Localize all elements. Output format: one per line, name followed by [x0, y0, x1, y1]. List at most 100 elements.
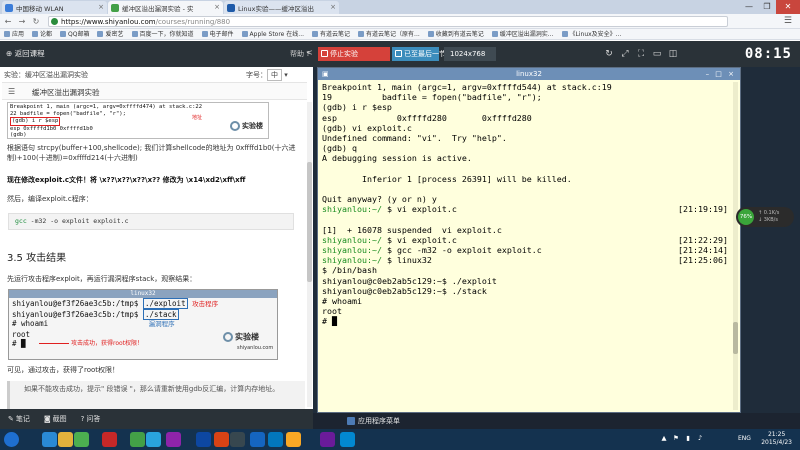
minimize-button[interactable]: — — [740, 0, 758, 14]
bookmark-item[interactable]: 应用 — [4, 29, 24, 39]
input-language[interactable]: ENG — [738, 435, 751, 442]
system-clock[interactable]: 21:25 2015/4/23 — [761, 431, 792, 447]
terminal-scrollbar[interactable] — [733, 82, 738, 410]
terminal-text: [1] + 16078 suspended vi exploit.c — [322, 224, 502, 235]
terminal-title-bar[interactable]: ▣ linux32 – □ × — [318, 68, 740, 80]
ppt-icon[interactable] — [214, 432, 229, 447]
expand-icon[interactable]: ⤢ — [619, 48, 631, 60]
forward-arrow-icon[interactable]: → — [16, 16, 28, 27]
document-title-bar: ☰ 缓冲区溢出漏洞实验 — [2, 82, 307, 100]
terminal-line: (gdb) q — [322, 143, 728, 153]
bookmark-item[interactable]: 缓冲区溢出漏洞实... — [491, 29, 554, 39]
attack-result-screenshot: linux32 shiyanlou@ef3f26ae3c5b:/tmp$ ./e… — [8, 289, 278, 360]
word-icon[interactable] — [250, 432, 265, 447]
font-size-select[interactable]: 中 — [267, 69, 282, 81]
terminal-window-controls[interactable]: – □ × — [706, 68, 736, 80]
bookmark-icon — [60, 31, 67, 37]
maximize-button[interactable]: ❐ — [758, 0, 776, 14]
bookmark-item[interactable]: 爱密艺 — [97, 29, 124, 39]
email-icon[interactable] — [340, 432, 355, 447]
fullscreen-icon[interactable]: ⛶ — [635, 48, 647, 60]
ps-icon[interactable] — [196, 432, 211, 447]
paragraph-bold: 现在修改exploit.c文件！将 \x??\x??\x??\x?? 修改为 \… — [7, 176, 246, 184]
terminal-line: shiyanlou:~/ $ vi exploit.c [21:22:29] — [322, 235, 728, 245]
terminal-line: Undefined command: "vi". Try "help". — [322, 133, 728, 143]
terminal-output[interactable]: Breakpoint 1, main (argc=1, argv=0xffffd… — [322, 82, 728, 327]
desktop-icon[interactable]: ▭ — [651, 48, 663, 60]
ie2-icon[interactable] — [268, 432, 283, 447]
tab-linux[interactable]: Linux实验——缓冲区溢出 × — [224, 1, 339, 14]
url-bar[interactable]: https://www.shiyanlou.com/courses/runnin… — [48, 16, 728, 27]
app-menu-icon — [347, 417, 355, 425]
terminal-text: $ vi exploit.c — [381, 234, 457, 245]
lr-icon[interactable] — [230, 432, 245, 447]
browser-menu-icon[interactable]: ☰ — [784, 16, 792, 26]
last-section-button[interactable]: 已至最后一节 — [392, 47, 446, 61]
pp-icon[interactable] — [166, 432, 181, 447]
shiyanlou-logo: 实验楼 — [230, 121, 263, 131]
qq-icon[interactable] — [146, 432, 161, 447]
scrollbar-thumb[interactable] — [733, 322, 738, 354]
terminal-text: # whoami — [322, 295, 362, 306]
application-menu-button[interactable]: 应用程序菜单 — [347, 416, 400, 426]
terminal-text: shiyanlou@c0eb2ab5c129:~$ ./stack — [322, 285, 487, 296]
refresh-icon[interactable]: ↻ — [603, 48, 615, 60]
wechat-icon[interactable] — [130, 432, 145, 447]
document-scrollbar[interactable] — [307, 102, 312, 407]
collapse-panel-button[interactable]: < — [306, 48, 313, 57]
next-icon — [395, 50, 402, 57]
close-icon[interactable]: × — [98, 3, 104, 11]
bookmark-item[interactable]: Apple Store 在线... — [241, 29, 304, 39]
address-toolbar: ← → ↻ https://www.shiyanlou.com/courses/… — [0, 14, 800, 29]
scrollbar-thumb[interactable] — [307, 162, 312, 282]
terminal-line: Breakpoint 1, main (argc=1, argv=0xffffd… — [322, 82, 728, 92]
back-arrow-icon[interactable]: ← — [2, 16, 14, 27]
code-block: gcc -m32 -o exploit exploit.c — [8, 213, 294, 230]
bookmark-item[interactable]: 《Linux及安全》... — [561, 29, 621, 39]
qa-button[interactable]: ? 问答 — [81, 414, 101, 424]
bookmark-icon — [32, 31, 39, 37]
terminal-text: esp 0xffffd280 0xffffd280 — [322, 112, 532, 123]
chrome-icon[interactable] — [74, 432, 89, 447]
terminal-line: [1] + 16078 suspended vi exploit.c — [322, 225, 728, 235]
bookmark-item[interactable]: 论都 — [32, 29, 52, 39]
folder-icon[interactable] — [58, 432, 73, 447]
bookmark-item[interactable]: 百度一下，你就知道 — [131, 29, 194, 39]
logo-mark-icon — [230, 121, 240, 131]
screenshot-button[interactable]: ◙ 截图 — [44, 414, 67, 424]
ie-icon[interactable] — [42, 432, 57, 447]
gdb-screenshot: Breakpoint 1, main (argc=1, argv=0xffffd… — [7, 102, 269, 139]
back-to-course-button[interactable]: ⊕ 返回课程 — [6, 48, 45, 59]
close-icon[interactable]: × — [330, 3, 336, 11]
close-window-button[interactable]: ✕ — [776, 0, 800, 14]
close-icon[interactable]: × — [214, 3, 220, 11]
terminal-line: shiyanlou:~/ $ gcc -m32 -o exploit explo… — [322, 245, 728, 255]
tab-lab[interactable]: 缓冲区溢出漏洞实验 - 实 × — [108, 1, 223, 14]
vs-icon[interactable] — [320, 432, 335, 447]
start-icon[interactable] — [4, 432, 19, 447]
tab-wlan[interactable]: 中国移动 WLAN × — [2, 1, 107, 14]
reload-icon[interactable]: ↻ — [30, 16, 42, 27]
resolution-select[interactable]: 1024x768 — [444, 47, 496, 61]
network-icon[interactable]: ▮ — [684, 433, 692, 443]
volume-icon[interactable]: ♪ — [696, 433, 704, 443]
stop-lab-button[interactable]: 停止实验 — [318, 47, 390, 61]
bookmark-item[interactable]: QQ邮箱 — [60, 29, 89, 39]
bookmark-item[interactable]: 有道云笔记（原有... — [358, 29, 420, 39]
terminal-window[interactable]: ▣ linux32 – □ × Breakpoint 1, main (argc… — [317, 67, 741, 413]
folder2-icon[interactable] — [286, 432, 301, 447]
cmb-icon[interactable] — [102, 432, 117, 447]
notes-button[interactable]: ✎ 笔记 — [8, 414, 30, 424]
bookmark-item[interactable]: 有道云笔记 — [312, 29, 350, 39]
terminal-text: (gdb) vi exploit.c — [322, 122, 412, 133]
flag-icon[interactable]: ⚑ — [672, 433, 680, 443]
bookmark-icon — [97, 31, 104, 37]
tray-arrow-icon[interactable]: ▲ — [660, 433, 668, 443]
terminal-text: $ gcc -m32 -o exploit exploit.c — [381, 245, 542, 255]
bookmark-item[interactable]: 电子邮件 — [201, 29, 234, 39]
terminal-line: A debugging session is active. — [322, 153, 728, 163]
menu-icon[interactable]: ☰ — [8, 87, 15, 96]
split-view-icon[interactable]: ◫ — [667, 48, 679, 60]
paragraph: 先运行攻击程序exploit，再运行漏洞程序stack，观察结果： — [7, 275, 197, 283]
bookmark-item[interactable]: 收藏到有道云笔记 — [427, 29, 484, 39]
